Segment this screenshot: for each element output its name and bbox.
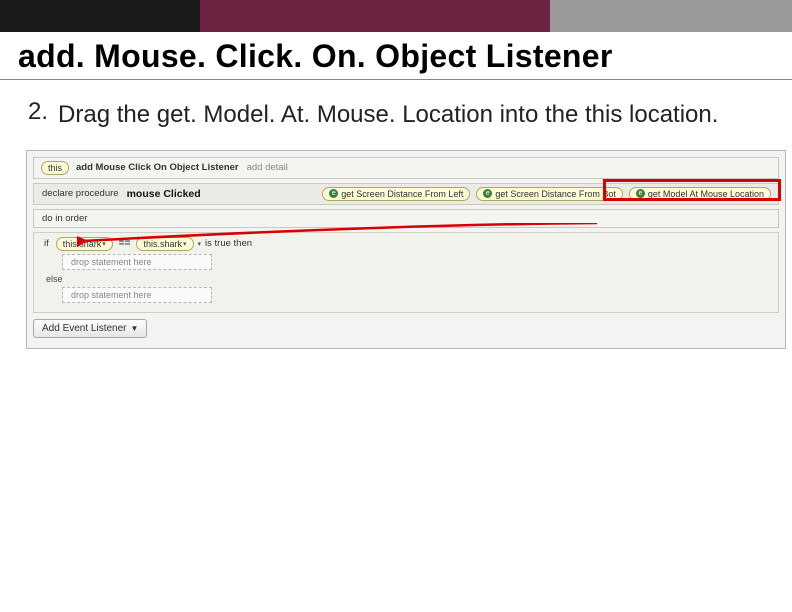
this-chip[interactable]: this (41, 161, 69, 175)
title-underline (0, 79, 792, 80)
condition-right[interactable]: this.shark▾ (136, 237, 193, 251)
proc-name: mouse Clicked (127, 188, 201, 200)
step-number: 2. (28, 98, 48, 132)
else-label: else (46, 274, 772, 284)
listener-header-row: this add Mouse Click On Object Listener … (33, 157, 779, 179)
drop-slot-then[interactable]: drop statement here (62, 254, 212, 270)
step-text: Drag the get. Model. At. Mouse. Location… (58, 98, 718, 132)
condition-left[interactable]: this.shark▾ (56, 237, 113, 251)
chip-screen-left[interactable]: eget Screen Distance From Left (322, 187, 470, 201)
listener-label: add Mouse Click On Object Listener (76, 162, 239, 173)
chevron-down-icon: ▼ (131, 324, 139, 333)
declare-label: declare procedure (42, 188, 119, 199)
if-header: if this.shark▾ == this.shark▾ ▾ is true … (40, 237, 772, 251)
procedure-row: declare procedure mouse Clicked eget Scr… (33, 183, 779, 205)
if-label: if (44, 238, 49, 249)
bar-seg-gray (550, 0, 792, 32)
eq-operator: == (119, 238, 131, 249)
do-in-order-row: do in order (33, 209, 779, 228)
chip-model-at-mouse[interactable]: eget Model At Mouse Location (629, 187, 771, 201)
title-bar (0, 0, 792, 32)
is-true-label: is true then (205, 238, 252, 249)
code-panel: this add Mouse Click On Object Listener … (26, 150, 786, 349)
bar-seg-dark (0, 0, 200, 32)
chevron-down-icon: ▾ (198, 240, 202, 248)
chip-screen-bottom[interactable]: eget Screen Distance From Bot (476, 187, 623, 201)
step-block: 2. Drag the get. Model. At. Mouse. Locat… (0, 98, 792, 142)
page-title: add. Mouse. Click. On. Object Listener (0, 32, 792, 79)
add-detail-label[interactable]: add detail (247, 162, 288, 173)
add-event-listener-button[interactable]: Add Event Listener ▼ (33, 319, 147, 338)
do-in-order-label: do in order (42, 213, 87, 224)
bar-seg-maroon (200, 0, 550, 32)
if-block: if this.shark▾ == this.shark▾ ▾ is true … (33, 232, 779, 313)
add-event-listener-label: Add Event Listener (42, 323, 127, 334)
drop-slot-else[interactable]: drop statement here (62, 287, 212, 303)
